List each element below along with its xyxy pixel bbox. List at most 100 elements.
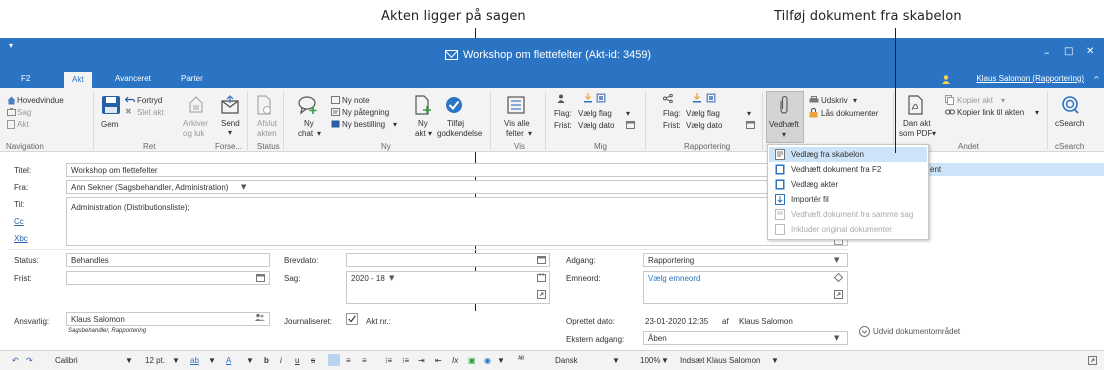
ny-bestilling-button[interactable]: Ny bestilling [342,120,385,129]
laas-dokumenter-button[interactable]: Lås dokumenter [821,109,878,118]
bold-icon[interactable]: b [264,356,269,365]
afslut-akten-button[interactable]: Afslut [257,119,277,128]
adgang-select[interactable]: Rapportering [643,253,848,267]
hovedvindue-button[interactable]: Hovedvindue [17,96,64,105]
underline-icon[interactable]: u [295,356,299,365]
kopier-link-button[interactable]: Kopier link til akten [957,108,1024,117]
brevdato-input[interactable] [346,253,550,267]
insert-image-icon[interactable]: ▣ [468,356,476,365]
menu-item-vedhaeft-dokument-fra-f2[interactable]: Vedhæft dokument fra F2 [769,162,927,177]
til-input[interactable]: Administration (Distributionsliste); [66,197,848,246]
ny-chat-button[interactable]: Ny [304,119,314,128]
italic-icon[interactable]: i [280,356,282,365]
font-color-caret[interactable]: ▼ [246,356,254,365]
mig-flag-select[interactable]: Vælg flag [578,109,612,118]
dan-akt-som-pdf-button[interactable]: Dan akt [903,119,931,128]
csearch-button[interactable]: cSearch [1055,119,1084,128]
bcc-link[interactable]: Xbc [14,234,28,243]
sag-input[interactable]: 2020 - 18 [346,271,550,304]
emneord-tag-icon[interactable] [834,273,843,282]
ansvarlig-people-icon[interactable] [255,313,265,322]
user-link[interactable]: Klaus Salomon (Rapportering) [976,74,1084,83]
font-color-icon[interactable]: A [226,356,231,365]
kopier-akt-button[interactable]: Kopier akt [957,96,993,105]
brevdato-calendar-icon[interactable] [537,255,546,264]
ny-paategning-button[interactable]: Ny påtegning [342,108,389,117]
titel-input[interactable]: Workshop om flettefelter [66,163,848,177]
slet-akt-button[interactable]: Slet akt [137,108,164,117]
numbered-list-icon[interactable]: ⁝≡ [402,356,409,365]
indent-icon[interactable]: ⇥ [418,356,425,365]
clear-format-icon[interactable]: Ix [452,356,458,365]
menu-item-importer-fil[interactable]: Importér fil [769,192,927,207]
tab-parter[interactable]: Parter [181,74,203,83]
zoom-select[interactable]: 100% [640,356,660,365]
fortryd-button[interactable]: Fortryd [137,96,162,105]
ekstern-select[interactable]: Åben [643,331,848,345]
tab-f2[interactable]: F2 [21,74,30,83]
insert-link-icon[interactable]: ◉ [484,356,491,365]
maximize-button[interactable]: □ [1064,46,1073,57]
menu-item-vedhaeft-dokument-fra-samme-sag[interactable]: Vedhæft dokument fra samme sag [769,207,927,222]
tab-akt[interactable]: Akt [64,72,92,88]
sag-expand-icon[interactable] [537,290,546,299]
collapse-ribbon-button[interactable]: ^ [1093,75,1100,84]
akt-button[interactable]: Akt [17,120,29,129]
undo-icon[interactable]: ↶ [12,356,19,365]
language-caret[interactable]: ▼ [612,356,620,365]
menu-item-vedlaeg-fra-skabelon[interactable]: Vedlæg fra skabelon [769,147,927,162]
highlight-icon[interactable]: ab [190,356,199,365]
close-button[interactable]: ✕ [1086,46,1094,57]
arkiver-og-luk-button[interactable]: Arkiver [183,119,208,128]
spellcheck-icon[interactable]: ᴬᴮ [518,356,524,363]
gem-button[interactable]: Gem [101,120,118,129]
udskriv-button[interactable]: Udskriv [821,96,848,105]
link-caret[interactable]: ▼ [497,356,505,365]
menu-item-vedlaeg-akter[interactable]: Vedlæg akter [769,177,927,192]
ekstern-dropdown-caret[interactable]: ▼ [834,334,839,342]
journaliseret-checkbox[interactable] [346,313,358,325]
tilfoej-godkendelse-button[interactable]: Tilføj [447,119,464,128]
outdent-icon[interactable]: ⇤ [435,356,442,365]
font-family-select[interactable]: Calibri [55,356,78,365]
send-button[interactable]: Send [221,119,240,128]
adgang-dropdown-caret[interactable]: ▼ [834,256,839,264]
align-right-icon[interactable]: ≡ [362,356,367,365]
align-center-icon[interactable]: ≡ [346,356,351,365]
fra-dropdown-caret[interactable]: ▼ [241,183,246,191]
vis-alle-felter-button[interactable]: Vis alle [504,119,530,128]
tab-avanceret[interactable]: Avanceret [115,74,151,83]
font-size-caret[interactable]: ▼ [172,356,180,365]
ny-akt-button[interactable]: Ny [418,119,428,128]
insert-signature-caret[interactable]: ▼ [771,356,779,365]
ansvarlig-input[interactable]: Klaus Salomon [66,312,270,326]
expand-circle-icon[interactable] [859,326,870,337]
language-select[interactable]: Dansk [555,356,578,365]
strikethrough-icon[interactable]: s [311,356,315,365]
fra-input[interactable]: Ann Sekner (Sagsbehandler, Administratio… [66,180,848,194]
cc-link[interactable]: Cc [14,217,24,226]
status-input[interactable]: Behandles [66,253,270,267]
font-family-caret[interactable]: ▼ [125,356,133,365]
emneord-input[interactable]: Vælg emneord [643,271,848,304]
sag-button[interactable]: Sag [17,108,31,117]
rapportering-flag-select[interactable]: Vælg flag [686,109,720,118]
udvid-dokumentomraadet-link[interactable]: Udvid dokumentområdet [873,327,960,336]
ny-note-button[interactable]: Ny note [342,96,370,105]
expand-editor-icon[interactable] [1088,356,1097,365]
insert-signature-button[interactable]: Indsæt Klaus Salomon [680,356,761,365]
minimize-button[interactable]: – [1044,46,1050,59]
frist-calendar-icon[interactable] [256,273,265,282]
highlight-caret[interactable]: ▼ [208,356,216,365]
font-size-select[interactable]: 12 pt. [145,356,165,365]
menu-item-inkluder-original-dokumenter[interactable]: Inkluder original dokumenter [769,222,927,237]
sag-dropdown-caret[interactable]: ▼ [389,274,394,282]
align-left-icon[interactable] [328,354,340,366]
mig-frist-select[interactable]: Vælg dato [578,121,614,130]
quick-access-menu[interactable]: ▾ [9,41,13,50]
emneord-expand-icon[interactable] [834,290,843,299]
frist-input[interactable] [66,271,270,285]
sag-open-icon[interactable] [537,273,546,282]
rapportering-frist-select[interactable]: Vælg dato [686,121,722,130]
zoom-caret[interactable]: ▼ [661,356,669,365]
